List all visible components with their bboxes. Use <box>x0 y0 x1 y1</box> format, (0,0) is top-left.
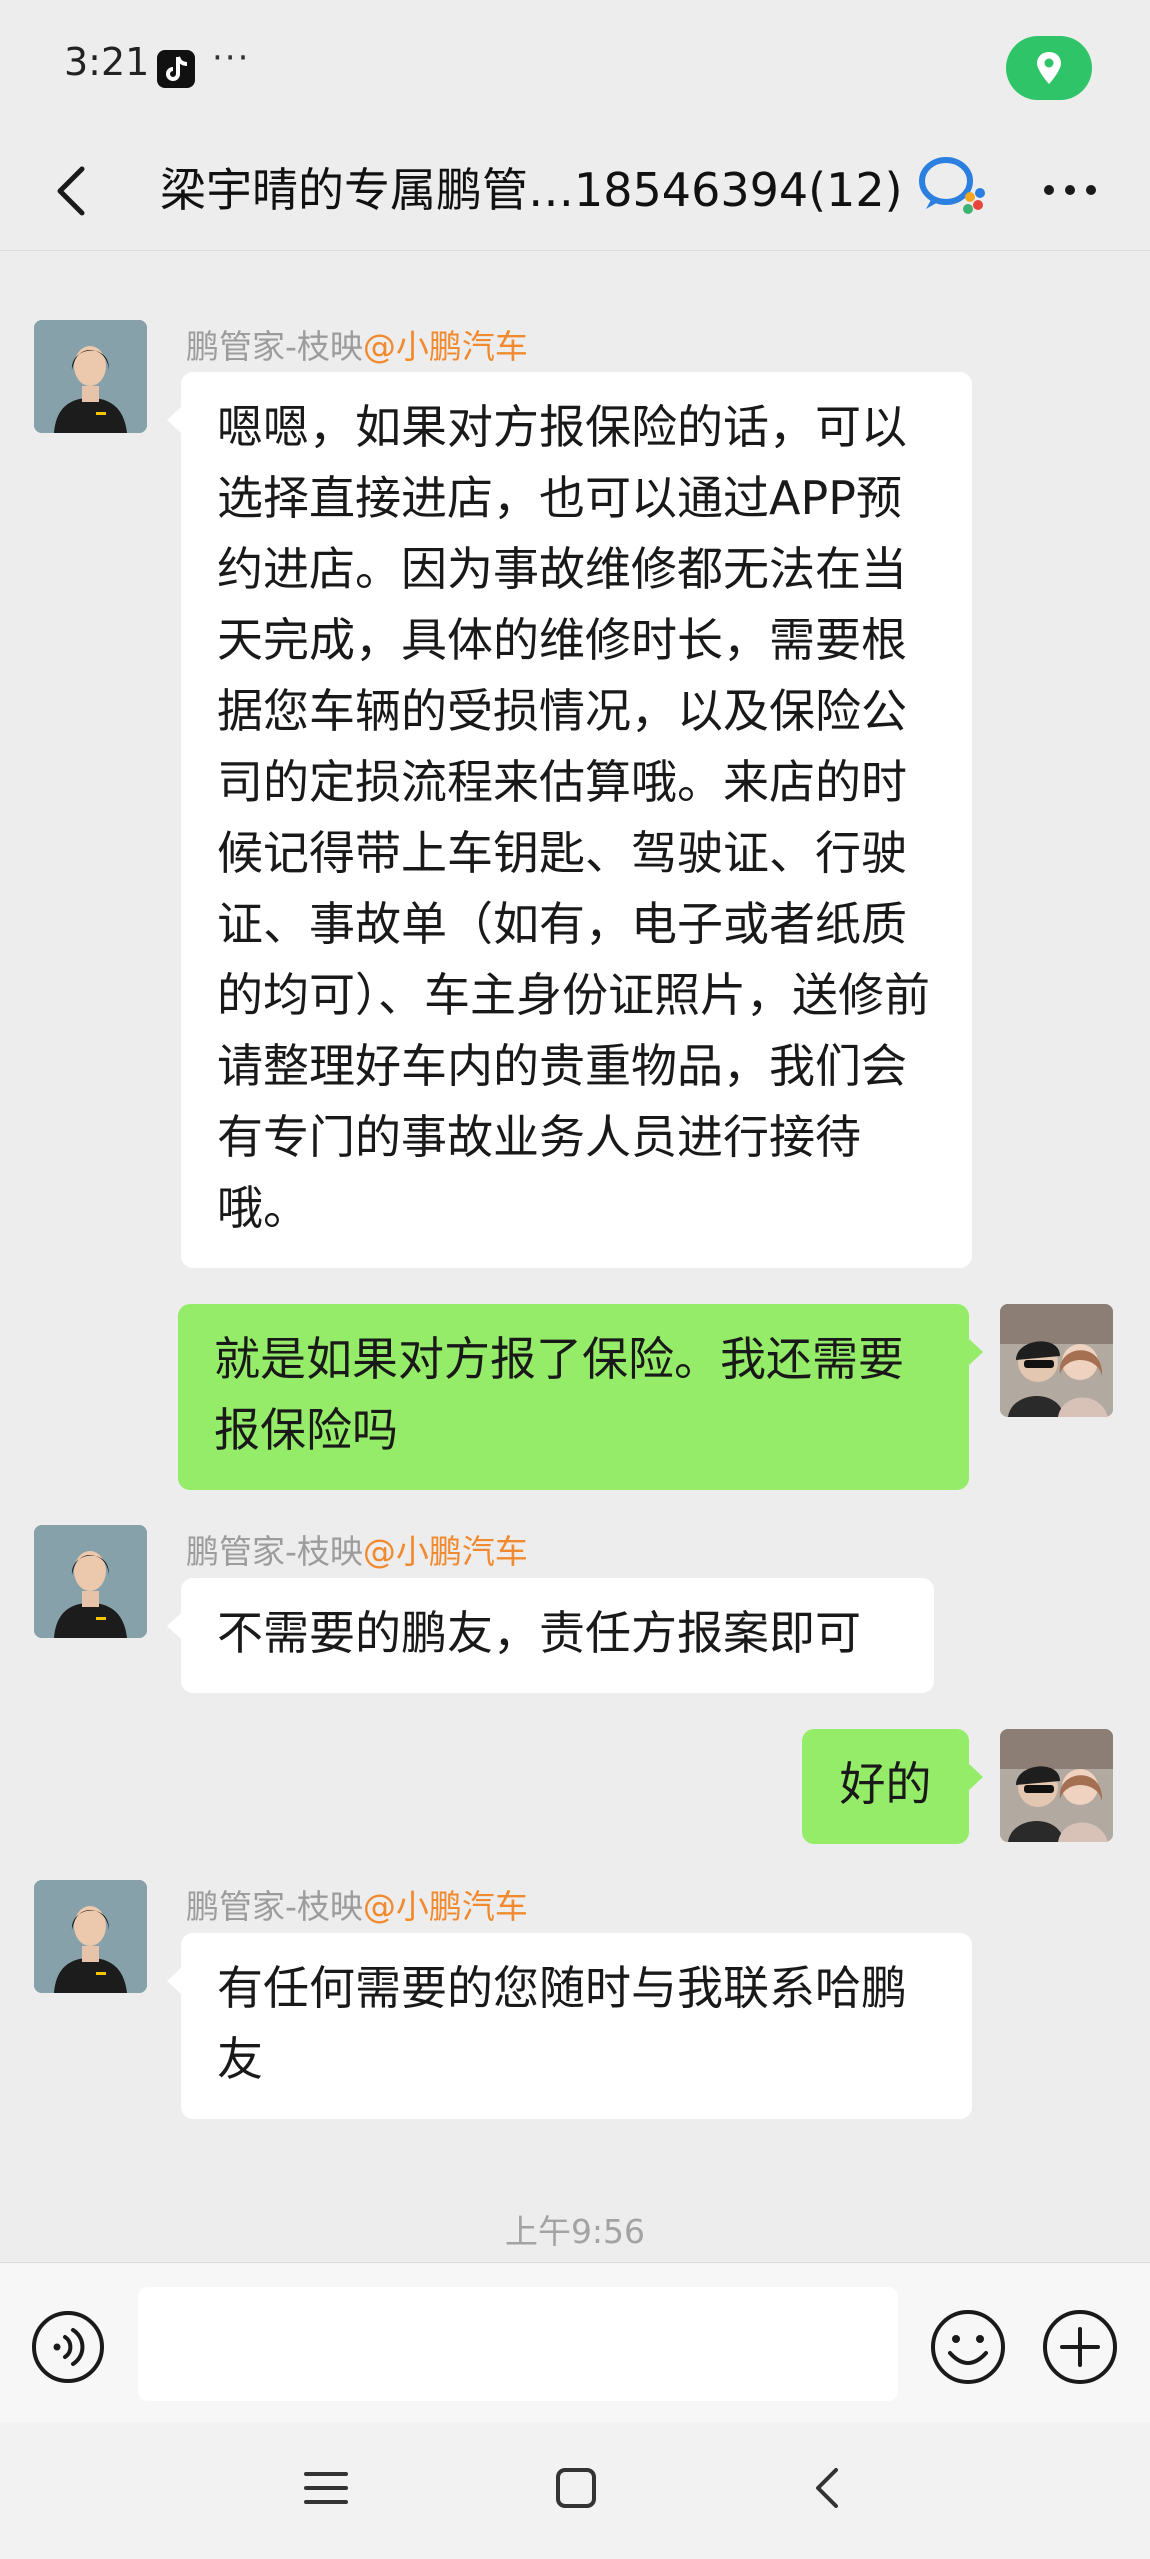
self-avatar[interactable] <box>1000 1304 1113 1417</box>
chat-header: 梁宇晴的专属鹏管…18546394(12) <box>0 135 1150 250</box>
outgoing-message-bubble[interactable]: 就是如果对方报了保险。我还需要报保险吗 <box>178 1304 983 1490</box>
system-nav-bar <box>0 2422 1150 2559</box>
sender-name: 鹏管家-枝映@小鹏汽车 <box>186 327 528 366</box>
home-icon[interactable] <box>548 2460 604 2516</box>
chat-title: 梁宇晴的专属鹏管…18546394(12) <box>160 163 903 217</box>
incoming-message-bubble[interactable]: 嗯嗯，如果对方报保险的话，可以选择直接进店，也可以通过APP预约进店。因为事故维… <box>167 372 972 1268</box>
emoji-icon[interactable] <box>928 2307 1008 2387</box>
location-icon[interactable] <box>1006 36 1092 100</box>
incoming-message-bubble[interactable]: 不需要的鹏友，责任方报案即可 <box>167 1578 934 1693</box>
more-icon[interactable] <box>1035 155 1105 225</box>
message-input[interactable] <box>138 2287 898 2401</box>
status-bar: 3:21 ··· <box>0 0 1150 135</box>
header-divider <box>0 250 1150 251</box>
plus-icon[interactable] <box>1040 2307 1120 2387</box>
agent-avatar[interactable] <box>34 320 147 433</box>
outgoing-message-bubble[interactable]: 好的 <box>802 1729 983 1844</box>
menu-icon[interactable] <box>298 2460 354 2516</box>
back-nav-icon[interactable] <box>800 2460 856 2516</box>
tiktok-icon <box>157 50 195 88</box>
incoming-message-bubble[interactable]: 有任何需要的您随时与我联系哈鹏友 <box>167 1933 972 2119</box>
voice-icon[interactable] <box>30 2309 106 2385</box>
agent-avatar[interactable] <box>34 1880 147 1993</box>
message-timestamp: 上午9:56 <box>504 2212 646 2251</box>
self-avatar[interactable] <box>1000 1729 1113 1842</box>
input-bar <box>0 2262 1150 2422</box>
sender-name: 鹏管家-枝映@小鹏汽车 <box>186 1532 528 1571</box>
sender-name: 鹏管家-枝映@小鹏汽车 <box>186 1887 528 1926</box>
back-icon[interactable] <box>40 155 110 225</box>
status-more-icon: ··· <box>212 38 251 78</box>
wecom-icon[interactable] <box>912 151 992 221</box>
status-time: 3:21 <box>64 40 150 84</box>
agent-avatar[interactable] <box>34 1525 147 1638</box>
